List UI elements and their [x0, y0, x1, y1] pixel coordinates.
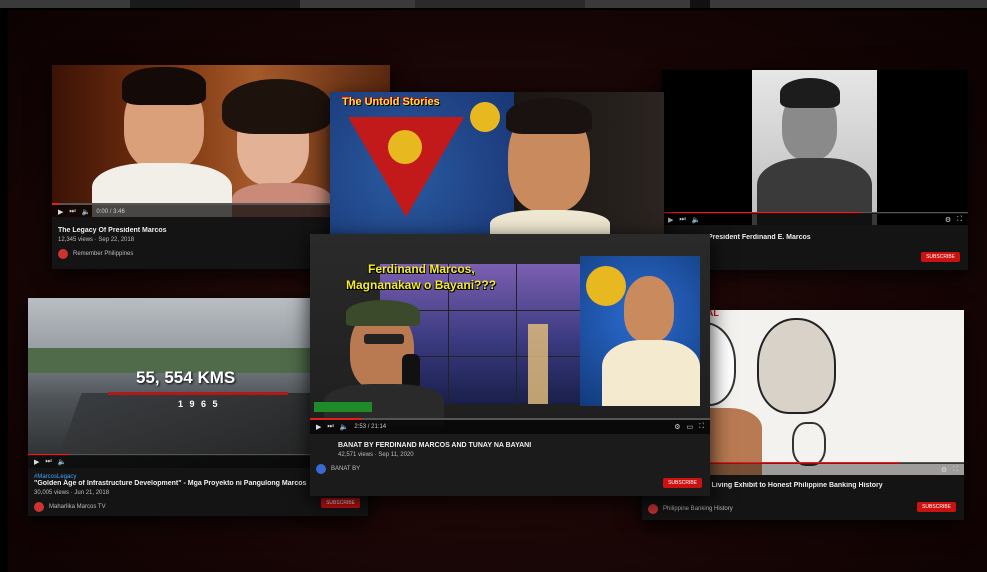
overlay-line-2: Magnanakaw o Bayani??? — [346, 278, 497, 292]
person-shirt — [602, 340, 700, 406]
video-title[interactable]: President Ferdinand E. Marcos — [668, 234, 962, 241]
inset-portrait — [580, 256, 700, 406]
next-icon[interactable]: ⏭ — [327, 423, 333, 431]
play-icon[interactable]: ▶ — [58, 208, 63, 216]
video-meta: BANAT BY FERDINAND MARCOS AND TUNAY NA B… — [310, 438, 710, 496]
host-glasses — [364, 334, 404, 344]
fullscreen-icon[interactable]: ⛶ — [699, 423, 704, 431]
volume-icon[interactable]: 🔈 — [82, 208, 91, 216]
collage-stage: ▶ ⏭ 🔈 0:00 / 3:46 The Legacy Of Presiden… — [8, 10, 987, 572]
person-hair — [780, 78, 840, 108]
subscribe-button[interactable]: SUBSCRIBE — [321, 498, 360, 508]
miniplayer-icon[interactable]: ▭ — [686, 423, 693, 431]
fullscreen-icon[interactable]: ⛶ — [957, 216, 962, 224]
logo-bar — [314, 402, 372, 412]
top-strip-segment — [130, 0, 300, 8]
player-controls: ▶ ⏭ 🔈 ⚙ ⛶ — [662, 213, 968, 225]
time-display: 0:00 / 3:46 — [96, 209, 125, 215]
video-thumbnail[interactable]: ▶ ⏭ 🔈 ⚙ ⛶ — [662, 70, 968, 225]
overlay-year: 1 9 6 5 — [178, 399, 220, 409]
player-controls: ▶ ⏭ 🔈 2:53 / 21:14 ⚙ ▭ ⛶ — [310, 420, 710, 434]
play-icon[interactable]: ▶ — [316, 423, 321, 431]
sun-emblem — [586, 266, 626, 306]
overlay-title: The Untold Stories — [342, 96, 440, 108]
channel-avatar[interactable] — [648, 504, 658, 514]
subscribe-button[interactable]: SUBSCRIBE — [921, 252, 960, 262]
person-hair — [222, 79, 332, 134]
overlay-line-1: Ferdinand Marcos, — [368, 262, 475, 276]
star-emblem — [470, 102, 500, 132]
settings-icon[interactable]: ⚙ — [674, 423, 680, 431]
sketch-figure — [792, 422, 826, 466]
overlay-underline — [108, 392, 288, 395]
channel-avatar[interactable] — [58, 249, 68, 259]
video-stats: 42,571 views · Sep 11, 2020 — [338, 452, 414, 458]
sun-emblem — [388, 130, 422, 164]
settings-icon[interactable]: ⚙ — [945, 216, 951, 224]
overlay-distance: 55, 554 KMS — [136, 368, 236, 387]
subscribe-button[interactable]: SUBSCRIBE — [917, 502, 956, 512]
host-cap — [346, 300, 420, 326]
video-thumbnail[interactable]: Ferdinand Marcos, Magnanakaw o Bayani???… — [310, 234, 710, 434]
top-strip-segment — [690, 0, 710, 8]
person-hair — [122, 67, 206, 105]
video-title[interactable]: BANAT BY FERDINAND MARCOS AND TUNAY NA B… — [316, 442, 704, 449]
play-icon[interactable]: ▶ — [668, 216, 673, 224]
video-thumbnail[interactable]: The Untold Stories — [330, 92, 664, 242]
channel-name[interactable]: Remember Philippines — [73, 251, 133, 257]
portrait-image — [752, 70, 877, 225]
channel-name[interactable]: Philippine Banking History — [663, 506, 733, 512]
play-icon[interactable]: ▶ — [34, 458, 39, 466]
top-strip — [0, 0, 987, 8]
sketch-portrait — [757, 318, 836, 414]
channel-avatar[interactable] — [316, 464, 326, 474]
next-icon[interactable]: ⏭ — [45, 458, 51, 466]
video-card-untold[interactable]: The Untold Stories — [330, 92, 664, 242]
person-face — [624, 276, 674, 342]
time-display: 2:53 / 21:14 — [354, 424, 387, 430]
top-strip-segment — [415, 0, 585, 8]
person-hair — [506, 98, 592, 134]
subscribe-button[interactable]: SUBSCRIBE — [663, 478, 702, 488]
settings-icon[interactable]: ⚙ — [941, 466, 947, 474]
channel-name[interactable]: BANAT BY — [331, 466, 360, 472]
video-card-main[interactable]: Ferdinand Marcos, Magnanakaw o Bayani???… — [310, 234, 710, 496]
fullscreen-icon[interactable]: ⛶ — [953, 466, 958, 474]
volume-icon[interactable]: 🔈 — [340, 423, 349, 431]
next-icon[interactable]: ⏭ — [679, 216, 685, 224]
next-icon[interactable]: ⏭ — [69, 208, 75, 216]
channel-name[interactable]: Maharlika Marcos TV — [49, 504, 106, 510]
city-building — [528, 324, 548, 404]
volume-icon[interactable]: 🔈 — [692, 216, 701, 224]
channel-avatar[interactable] — [34, 502, 44, 512]
volume-icon[interactable]: 🔈 — [58, 458, 67, 466]
